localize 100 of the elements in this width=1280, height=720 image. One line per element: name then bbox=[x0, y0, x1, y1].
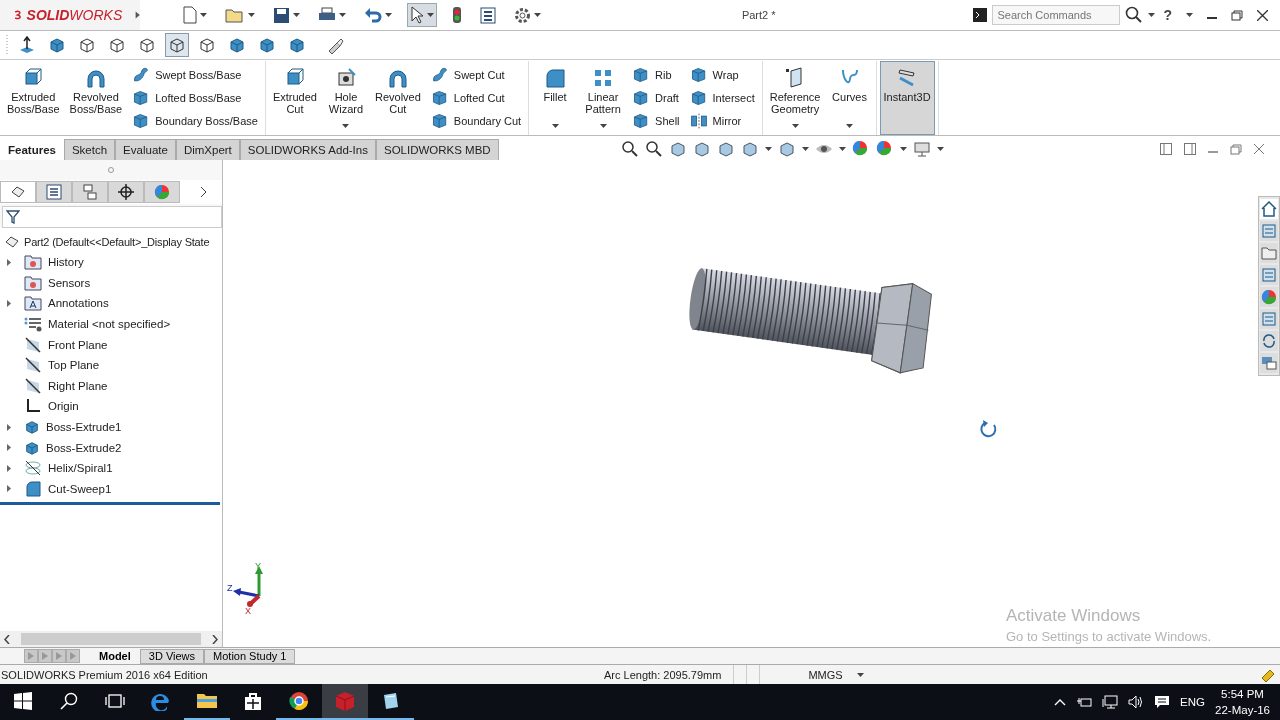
panel-tab[interactable] bbox=[108, 181, 144, 203]
tree-item[interactable]: Material <not specified> bbox=[48, 318, 171, 331]
ribbon-button[interactable]: Revolved Cut bbox=[370, 61, 425, 135]
ribbon-button[interactable]: Mirror bbox=[687, 111, 757, 132]
caret-icon[interactable] bbox=[342, 124, 350, 128]
ribbon-button[interactable]: Lofted Cut bbox=[428, 88, 524, 108]
search-field[interactable]: Search Commands bbox=[992, 5, 1121, 25]
ribbon-button[interactable]: Extruded Boss/Base bbox=[3, 61, 64, 135]
close-icon[interactable] bbox=[1257, 9, 1268, 21]
ribbon-button[interactable]: Curves bbox=[826, 61, 873, 135]
caret-icon[interactable] bbox=[599, 124, 607, 128]
task-pane-tab[interactable] bbox=[1260, 199, 1278, 219]
bottom-tab[interactable]: Motion Study 1 bbox=[204, 648, 296, 664]
caret-icon[interactable] bbox=[1186, 13, 1193, 17]
chevron-right-icon[interactable] bbox=[200, 187, 208, 197]
tree-item[interactable]: Boss-Extrude1 bbox=[46, 421, 122, 434]
command-tab[interactable]: Evaluate bbox=[115, 138, 176, 160]
tree-item[interactable]: Top Plane bbox=[48, 359, 100, 372]
chevron-up-icon[interactable] bbox=[1054, 698, 1067, 706]
caret-icon[interactable] bbox=[856, 672, 864, 677]
toolbar-button[interactable] bbox=[180, 3, 210, 27]
tree-item[interactable]: Boss-Extrude2 bbox=[46, 441, 122, 454]
volume-icon[interactable] bbox=[1128, 695, 1145, 709]
search-icon[interactable] bbox=[1125, 6, 1144, 24]
caret-icon[interactable] bbox=[248, 13, 255, 17]
tree-item[interactable]: Front Plane bbox=[48, 338, 108, 351]
ribbon-button[interactable]: Hole Wizard bbox=[322, 61, 369, 135]
view-button[interactable] bbox=[165, 33, 189, 57]
appearance-ball-icon[interactable] bbox=[851, 140, 870, 158]
caret-icon[interactable] bbox=[385, 13, 392, 17]
ribbon-button[interactable]: Lofted Boss/Base bbox=[130, 88, 260, 108]
command-tab[interactable]: Sketch bbox=[63, 138, 116, 160]
scroll-left-icon[interactable] bbox=[4, 634, 10, 644]
notifications-icon[interactable] bbox=[1154, 695, 1171, 709]
caret-icon[interactable] bbox=[801, 147, 809, 151]
ribbon-button[interactable]: Intersect bbox=[687, 88, 757, 108]
expand-arrow-icon[interactable] bbox=[7, 444, 11, 452]
scene-ball-icon[interactable] bbox=[875, 140, 894, 158]
expand-arrow-icon[interactable] bbox=[7, 464, 11, 472]
ribbon-button[interactable]: Wrap bbox=[687, 64, 757, 85]
toolbar-grip[interactable] bbox=[6, 35, 9, 55]
tree-item[interactable]: History bbox=[48, 256, 84, 269]
ribbon-button[interactable]: Linear Pattern bbox=[580, 61, 627, 135]
ribbon-button[interactable]: Boundary Boss/Base bbox=[130, 111, 260, 132]
tree-item[interactable]: Helix/Spiral1 bbox=[48, 462, 113, 475]
caret-icon[interactable] bbox=[936, 147, 944, 151]
caret-icon[interactable] bbox=[339, 13, 346, 17]
restore-icon[interactable] bbox=[1231, 9, 1243, 21]
panel-tab[interactable] bbox=[0, 181, 36, 203]
chevron-right-icon[interactable] bbox=[135, 9, 140, 21]
scroll-right-icon[interactable] bbox=[212, 634, 218, 644]
tree-item[interactable]: Cut-Sweep1 bbox=[48, 482, 112, 495]
ribbon-button[interactable]: Reference Geometry bbox=[765, 61, 825, 135]
caret-icon[interactable] bbox=[1148, 13, 1156, 17]
filter-icon[interactable] bbox=[6, 210, 20, 224]
caret-icon[interactable] bbox=[791, 124, 799, 128]
zoom-area-icon[interactable] bbox=[644, 140, 663, 158]
task-pane-tab[interactable] bbox=[1260, 287, 1278, 307]
panel-left-icon[interactable] bbox=[1160, 143, 1172, 155]
zoom-to-fit-icon[interactable] bbox=[620, 140, 639, 158]
expand-arrow-icon[interactable] bbox=[7, 485, 11, 493]
task-pane-tab[interactable] bbox=[1260, 331, 1278, 351]
ribbon-button[interactable]: Swept Boss/Base bbox=[130, 64, 260, 85]
ribbon-button[interactable]: Instant3D bbox=[879, 61, 935, 135]
tree-item[interactable]: Right Plane bbox=[48, 379, 108, 392]
language-indicator[interactable]: ENG bbox=[1180, 696, 1206, 708]
units-selector[interactable]: MMGS bbox=[808, 668, 843, 681]
expand-arrow-icon[interactable] bbox=[7, 300, 11, 307]
caret-icon[interactable] bbox=[293, 13, 300, 17]
tree-item[interactable]: Sensors bbox=[48, 276, 91, 289]
caret-icon[interactable] bbox=[846, 124, 853, 128]
caret-icon[interactable] bbox=[764, 147, 772, 151]
caret-icon[interactable] bbox=[551, 124, 559, 128]
caret-icon[interactable] bbox=[899, 147, 907, 151]
ribbon-button[interactable]: Revolved Boss/Base bbox=[65, 61, 127, 135]
clock[interactable]: 5:54 PM 22-May-16 bbox=[1215, 686, 1270, 718]
restore-icon[interactable] bbox=[1230, 143, 1242, 155]
help-button[interactable]: ? bbox=[1163, 7, 1172, 23]
ribbon-button[interactable]: Swept Cut bbox=[428, 64, 524, 85]
caret-icon[interactable] bbox=[534, 13, 541, 17]
select-button[interactable] bbox=[407, 3, 437, 27]
ribbon-button[interactable]: Shell bbox=[630, 111, 682, 132]
command-tab[interactable]: DimXpert bbox=[175, 138, 240, 160]
monitor-icon[interactable] bbox=[912, 140, 931, 158]
horizontal-scrollbar[interactable] bbox=[0, 631, 222, 647]
ribbon-button[interactable]: Extruded Cut bbox=[268, 61, 321, 135]
ribbon-button[interactable]: Fillet bbox=[532, 61, 579, 135]
ribbon-button[interactable]: Boundary Cut bbox=[428, 111, 524, 132]
tree-root-label[interactable]: Part2 (Default<<Default>_Display State bbox=[24, 236, 210, 248]
ribbon-button[interactable]: Rib bbox=[630, 64, 682, 85]
caret-icon[interactable] bbox=[200, 13, 207, 17]
caret-icon[interactable] bbox=[838, 147, 846, 151]
expand-arrow-icon[interactable] bbox=[7, 258, 11, 266]
panel-right-icon[interactable] bbox=[1184, 143, 1196, 155]
splitter-handle[interactable] bbox=[108, 167, 114, 173]
expand-arrow-icon[interactable] bbox=[7, 423, 11, 431]
rollback-bar[interactable] bbox=[0, 502, 220, 506]
task-pane-tab[interactable] bbox=[1260, 353, 1278, 373]
power-plug-icon[interactable] bbox=[1076, 695, 1093, 709]
network-icon[interactable] bbox=[1102, 695, 1119, 709]
